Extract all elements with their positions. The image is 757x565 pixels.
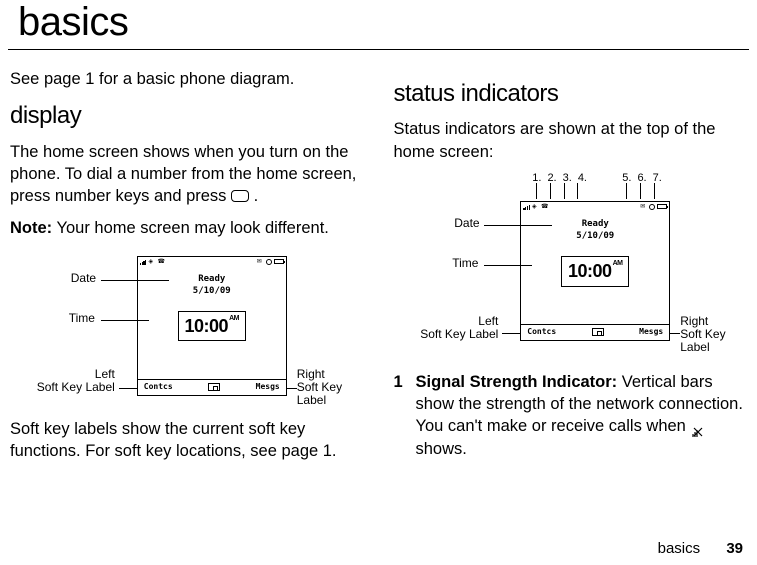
ready-text: Ready [138,273,286,285]
battery-icon [657,204,667,209]
time-callout: Time [452,257,478,270]
item-title: Signal Strength Indicator: [416,373,618,391]
softkey-row: Contcs Mesgs [521,324,669,340]
signal-icon [523,203,530,210]
phone-time: 10:00AM [561,256,629,286]
right-column: status indicators Status indicators are … [394,68,748,472]
left-softkey-callout: Left Soft Key Label [420,315,498,341]
status-intro: Status indicators are shown at the top o… [394,118,748,163]
status-icon: ✉ [257,258,264,265]
phone-date: 5/10/09 [138,285,286,297]
status-icon: ◈ [148,258,155,265]
text: The home screen shows when you turn on t… [10,143,356,206]
left-softkey-label: Contcs [527,327,556,338]
softkey-row: Contcs Mesgs [138,379,286,395]
phone-screen: ◈ ☎ ✉ Ready 5/10/09 10:00AM [520,201,670,341]
note-text: Your home screen may look different. [56,219,328,237]
status-icon: ☎ [541,203,548,210]
time-value: 10:00 [185,316,229,336]
tick [577,183,578,199]
status-right: ✉ [257,258,284,266]
note-paragraph: Note: Your home screen may look differen… [10,217,364,239]
time-callout: Time [69,312,95,325]
intro-text: See page 1 for a basic phone diagram. [10,68,364,90]
display-heading: display [10,100,364,132]
status-right: ✉ [640,203,667,211]
date-callout: Date [454,217,479,230]
text: Right [297,368,357,381]
globe-icon [266,259,272,265]
right-softkey-callout: Right Soft Key Label [297,368,357,408]
phone-time: 10:00AM [178,311,246,341]
left-softkey-callout: Left Soft Key Label [37,368,115,394]
page-number: 39 [726,540,743,557]
number-row-left: 1. 2. 3. 4. [532,171,587,186]
time-row: 10:00AM [521,256,669,286]
signal-icon [140,258,147,265]
left-softkey-label: Contcs [144,382,173,393]
text: Soft Key Label [297,381,357,407]
text: Left [37,368,115,381]
date-callout: Date [71,272,96,285]
item-body: Signal Strength Indicator: Vertical bars… [416,371,748,460]
text: . [254,187,259,205]
phone-date: 5/10/09 [521,230,669,242]
page-title: basics [8,0,749,50]
number-row-right: 5. 6. 7. [622,171,662,186]
battery-icon [274,259,284,264]
text: Soft Key Label [420,328,498,341]
status-icon: ☎ [157,258,164,265]
tick [536,183,537,199]
ready-text: Ready [521,218,669,230]
item-number: 1 [394,371,416,460]
left-column: See page 1 for a basic phone diagram. di… [10,68,364,472]
page-footer: basics 39 [658,540,743,557]
send-key-icon [231,190,249,202]
right-softkey-label: Mesgs [639,327,663,338]
phone-diagram-display: Date Time Left Soft Key Label Right Soft… [17,250,357,410]
num: 2. [547,171,556,186]
tick [654,183,655,199]
tick [550,183,551,199]
globe-icon [649,204,655,210]
status-icon: ✉ [640,203,647,210]
status-bar: ◈ ☎ ✉ [521,202,669,212]
ampm: AM [613,260,623,267]
time-value: 10:00 [568,261,612,281]
phone-diagram-status: 1. 2. 3. 4. 5. 6. 7. Date Time [400,173,740,363]
status-left: ◈ ☎ [140,258,165,266]
text: Soft Key Label [37,381,115,394]
right-softkey-callout: Right Soft Key Label [680,315,740,355]
softkey-caption: Soft key labels show the current soft ke… [10,418,364,463]
item-text: shows. [416,440,467,458]
text: Soft Key Label [680,328,740,354]
right-softkey-label: Mesgs [256,382,280,393]
menu-icon [592,328,604,336]
footer-section: basics [658,540,701,557]
tick [626,183,627,199]
tick [564,183,565,199]
ampm: AM [229,315,239,322]
two-column-layout: See page 1 for a basic phone diagram. di… [0,50,757,472]
menu-icon [208,383,220,391]
note-label: Note: [10,219,52,237]
num: 4. [578,171,587,186]
status-left: ◈ ☎ [523,203,548,211]
phone-screen: ◈ ☎ ✉ Ready 5/10/09 10:00AM [137,256,287,396]
indicator-item-1: 1 Signal Strength Indicator: Vertical ba… [394,371,748,460]
tick [640,183,641,199]
status-icon: ◈ [532,203,539,210]
status-indicators-heading: status indicators [394,78,748,110]
display-paragraph: The home screen shows when you turn on t… [10,141,364,208]
time-row: 10:00AM [138,311,286,341]
status-bar: ◈ ☎ ✉ [138,257,286,267]
num: 6. [637,171,646,186]
no-signal-icon [692,422,704,434]
